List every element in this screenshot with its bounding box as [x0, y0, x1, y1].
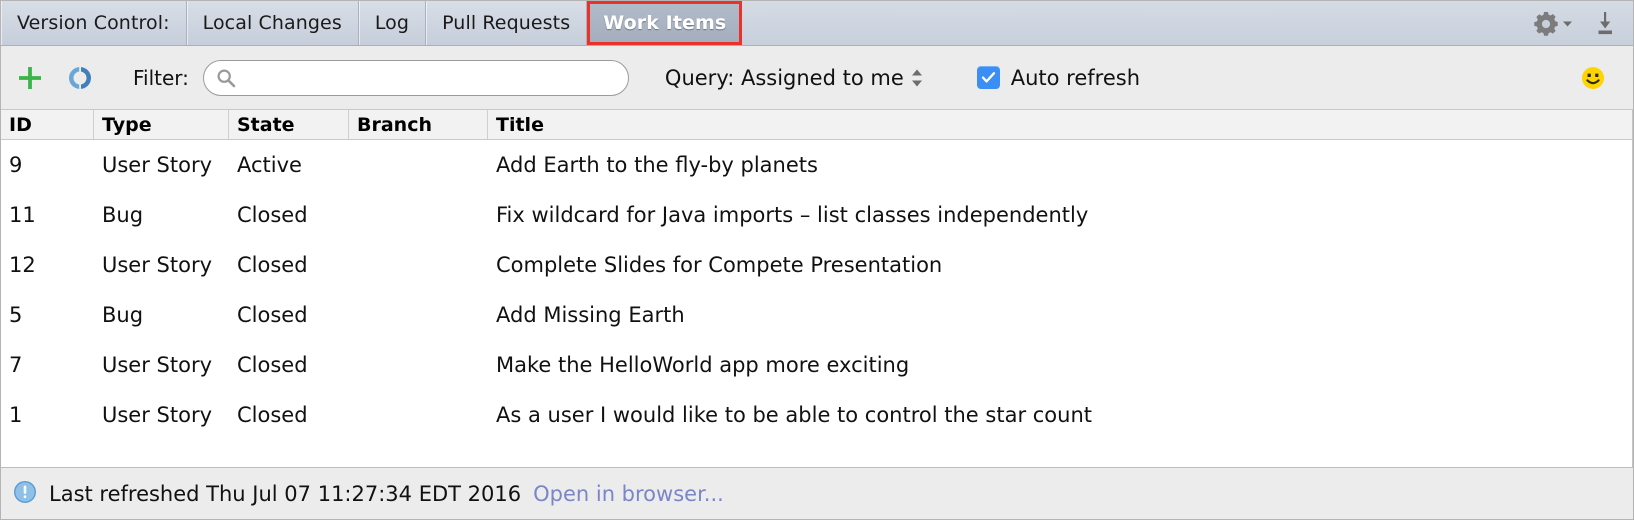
panel-title-label: Version Control:: [17, 12, 170, 34]
column-header-state[interactable]: State: [229, 110, 349, 139]
search-input[interactable]: [243, 67, 616, 88]
info-icon: [13, 480, 37, 508]
status-message: Last refreshed Thu Jul 07 11:27:34 EDT 2…: [49, 481, 522, 506]
tab-pull-requests-label: Pull Requests: [442, 12, 571, 34]
panel-title-version-control: Version Control:: [1, 1, 187, 45]
search-icon: [216, 68, 236, 88]
cell-state: Active: [237, 153, 302, 177]
auto-refresh-checkbox[interactable]: Auto refresh: [976, 65, 1141, 90]
version-control-work-items-panel: Version Control: Local Changes Log Pull …: [0, 0, 1634, 520]
cell-type: User Story: [102, 153, 213, 177]
cell-title: Fix wildcard for Java imports – list cla…: [496, 203, 1089, 227]
filter-search-field[interactable]: [202, 59, 629, 96]
refresh-button[interactable]: [65, 63, 95, 93]
hide-panel-button[interactable]: [1591, 10, 1619, 36]
tab-bar: Version Control: Local Changes Log Pull …: [1, 1, 1633, 46]
hide-panel-icon: [1598, 12, 1612, 35]
cell-state: Closed: [237, 403, 308, 427]
filter-label: Filter:: [133, 65, 189, 90]
cell-id: 7: [9, 353, 23, 377]
work-items-toolbar: Filter: Query: Assigned to me Auto refre…: [1, 46, 1633, 110]
tab-bar-actions: [1533, 1, 1633, 45]
cell-title: Add Earth to the fly-by planets: [496, 153, 818, 177]
cell-type: User Story: [102, 253, 213, 277]
tab-local-changes-label: Local Changes: [202, 12, 342, 34]
cell-type: Bug: [102, 303, 144, 327]
cell-type: Bug: [102, 203, 144, 227]
status-bar: Last refreshed Thu Jul 07 11:27:34 EDT 2…: [1, 467, 1633, 519]
cell-state: Closed: [237, 253, 308, 277]
table-row[interactable]: 11 Bug Closed Fix wildcard for Java impo…: [1, 190, 1632, 240]
stepper-arrows-icon: [911, 69, 923, 87]
cell-type: User Story: [102, 403, 213, 427]
tab-log-label: Log: [374, 12, 410, 34]
cell-id: 5: [9, 303, 23, 327]
column-header-type[interactable]: Type: [94, 110, 229, 139]
auto-refresh-label: Auto refresh: [1010, 65, 1141, 90]
gear-icon: [1534, 12, 1558, 36]
column-header-branch[interactable]: Branch: [349, 110, 488, 139]
column-header-id[interactable]: ID: [1, 110, 94, 139]
query-selector[interactable]: Query: Assigned to me: [665, 66, 923, 90]
table-row[interactable]: 7 User Story Closed Make the HelloWorld …: [1, 340, 1632, 390]
cell-state: Closed: [237, 303, 308, 327]
tab-local-changes[interactable]: Local Changes: [186, 1, 359, 45]
table-row[interactable]: 5 Bug Closed Add Missing Earth: [1, 290, 1632, 340]
cell-title: Make the HelloWorld app more exciting: [496, 353, 910, 377]
refresh-icon: [69, 64, 91, 91]
tab-pull-requests[interactable]: Pull Requests: [426, 1, 588, 45]
table-row[interactable]: 12 User Story Closed Complete Slides for…: [1, 240, 1632, 290]
tab-work-items-label: Work Items: [603, 12, 727, 34]
smiley-face-icon: [1582, 66, 1604, 89]
cell-id: 1: [9, 403, 23, 427]
column-header-title[interactable]: Title: [488, 110, 1632, 139]
table-row[interactable]: 1 User Story Closed As a user I would li…: [1, 390, 1632, 440]
settings-gear-button[interactable]: [1533, 10, 1573, 36]
chevron-down-icon: [1563, 21, 1572, 26]
cell-state: Closed: [237, 203, 308, 227]
query-selector-label: Query: Assigned to me: [664, 65, 904, 90]
cell-state: Closed: [237, 353, 308, 377]
cell-title: As a user I would like to be able to con…: [496, 403, 1092, 427]
table-row[interactable]: 9 User Story Active Add Earth to the fly…: [1, 140, 1632, 190]
tab-log[interactable]: Log: [358, 1, 427, 45]
table-body: 9 User Story Active Add Earth to the fly…: [1, 140, 1632, 440]
add-work-item-button[interactable]: [15, 63, 45, 93]
open-in-browser-link[interactable]: Open in browser...: [533, 482, 724, 506]
status-smiley-button[interactable]: [1579, 64, 1607, 92]
cell-id: 9: [9, 153, 23, 177]
tab-work-items[interactable]: Work Items: [587, 1, 743, 45]
checkbox-checked-icon: [976, 66, 1000, 89]
plus-icon: [19, 66, 41, 89]
cell-type: User Story: [102, 353, 213, 377]
cell-id: 12: [9, 253, 36, 277]
cell-title: Complete Slides for Compete Presentation: [496, 253, 943, 277]
tab-bar-spacer: [742, 1, 1533, 45]
cell-title: Add Missing Earth: [496, 303, 685, 327]
work-items-table: ID Type State Branch Title 9 User Story …: [1, 110, 1633, 467]
table-header-row: ID Type State Branch Title: [1, 110, 1632, 140]
cell-id: 11: [9, 203, 36, 227]
